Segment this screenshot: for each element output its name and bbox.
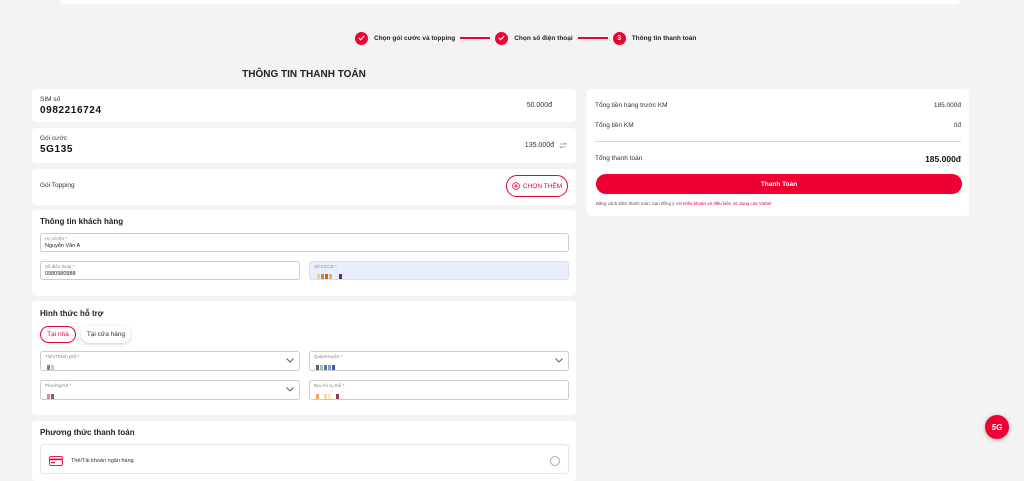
step-label: Thông tin thanh toán [631,34,697,42]
chevron-down-icon [286,358,294,363]
topping-card: Gói Topping CHỌN THÊM [32,169,576,205]
step-connector [577,37,608,39]
check-icon [495,31,509,45]
ward-select[interactable]: Phường/Xã * [40,380,300,400]
5g-badge[interactable]: 5G [985,415,1009,439]
terms-text: Bằng cách bấm thanh toán, bạn đồng ý với [596,201,683,206]
step-connector [460,37,491,39]
payment-option-card[interactable]: Thẻ/Tài khoản ngân hàng [40,444,569,474]
district-select[interactable]: Quận/Huyện * [309,351,569,371]
add-topping-label: CHỌN THÊM [522,182,563,190]
phone-field[interactable]: Số điện thoại * 0980980988 [40,261,300,280]
masked-value [316,394,339,399]
page-title: THÔNG TIN THANH TOÁN [242,69,366,80]
masked-value [47,394,54,399]
step-label: Chọn gói cước và topping [374,34,456,42]
support-section-title: Hình thức hỗ trợ [40,309,104,318]
terms-notice: Bằng cách bấm thanh toán, bạn đồng ý với… [596,201,771,206]
sim-label: SIM số [40,96,61,103]
discount-label: Tổng tiền KM [595,122,634,129]
discount-row: Tổng tiền KM 0đ [595,122,961,129]
chevron-down-icon [555,358,563,363]
add-topping-button[interactable]: CHỌN THÊM [506,175,568,197]
field-label: Phường/Xã * [45,383,72,388]
payment-method-card: Phương thức thanh toán Thẻ/Tài khoản ngâ… [32,421,576,481]
credit-card-icon [49,456,63,466]
masked-value [317,274,342,279]
step-payment-info: 3 Thông tin thanh toán [612,31,697,45]
field-label: Số CCCD * [314,264,337,269]
package-label: Gói cước [40,135,68,142]
payment-section-title: Phương thức thanh toán [40,428,135,437]
customer-section-title: Thông tin khách hàng [40,217,124,226]
topping-label: Gói Topping [40,182,75,189]
option-at-store[interactable]: Tại cửa hàng [81,326,131,343]
subtotal-row: Tổng tiền hàng trước KM 185.000đ [595,102,961,109]
field-label: Tỉnh/Thành phố * [45,354,80,359]
full-name-field[interactable]: Họ và tên * Nguyễn Văn A [40,233,569,252]
package-card: Gói cước 5G135 135.000đ [32,128,576,163]
address-field[interactable]: Địa chỉ cụ thể * [309,380,569,400]
step-choose-package[interactable]: Chọn gói cước và topping [355,31,456,45]
subtotal-label: Tổng tiền hàng trước KM [595,102,668,109]
package-name: 5G135 [40,144,74,155]
field-label: Số điện thoại * [45,264,75,269]
field-label: Địa chỉ cụ thể * [314,383,345,388]
subtotal-value: 185.000đ [933,102,961,109]
pay-button[interactable]: Thanh Toán [596,174,962,194]
total-value: 185.000đ [925,154,961,164]
field-value: Nguyễn Văn A [45,243,81,249]
sim-number: 0982216724 [40,105,102,116]
total-label: Tổng thanh toán [595,155,643,162]
check-icon [355,31,368,45]
total-row: Tổng thanh toán 185.000đ [595,154,961,164]
sim-price: 50.000đ [526,102,552,109]
step-choose-number[interactable]: Chọn số điện thoại [495,31,573,45]
chevron-down-icon [286,387,294,392]
id-card-field: Số CCCD * [309,261,569,280]
step-number: 3 [612,31,626,45]
support-method-card: Hình thức hỗ trợ Tại nhà Tại cửa hàng Tỉ… [32,301,576,415]
plus-circle-icon [512,182,520,190]
package-price: 135.000đ [524,142,554,149]
field-label: Quận/Huyện * [314,354,343,359]
checkout-stepper: Chọn gói cước và topping Chọn số điện th… [355,31,696,45]
province-select[interactable]: Tỉnh/Thành phố * [40,351,300,371]
payment-radio[interactable] [550,456,560,466]
top-container-edge [60,0,960,4]
masked-value [47,365,54,370]
order-summary-card: Tổng tiền hàng trước KM 185.000đ Tổng ti… [587,89,969,216]
discount-value: 0đ [953,122,961,129]
step-label: Chọn số điện thoại [514,34,573,42]
payment-option-label: Thẻ/Tài khoản ngân hàng [71,458,134,464]
option-at-home[interactable]: Tại nhà [40,326,76,343]
field-label: Họ và tên * [45,236,68,241]
summary-divider [595,141,961,142]
swap-icon[interactable] [559,142,567,149]
sim-card: SIM số 0982216724 50.000đ [32,89,576,122]
masked-value [316,365,335,370]
terms-link[interactable]: Điều khoản và điều kiện sử dụng của Viet… [683,201,771,206]
customer-info-card: Thông tin khách hàng Họ và tên * Nguyễn … [32,210,576,296]
field-value: 0980980988 [45,271,76,277]
